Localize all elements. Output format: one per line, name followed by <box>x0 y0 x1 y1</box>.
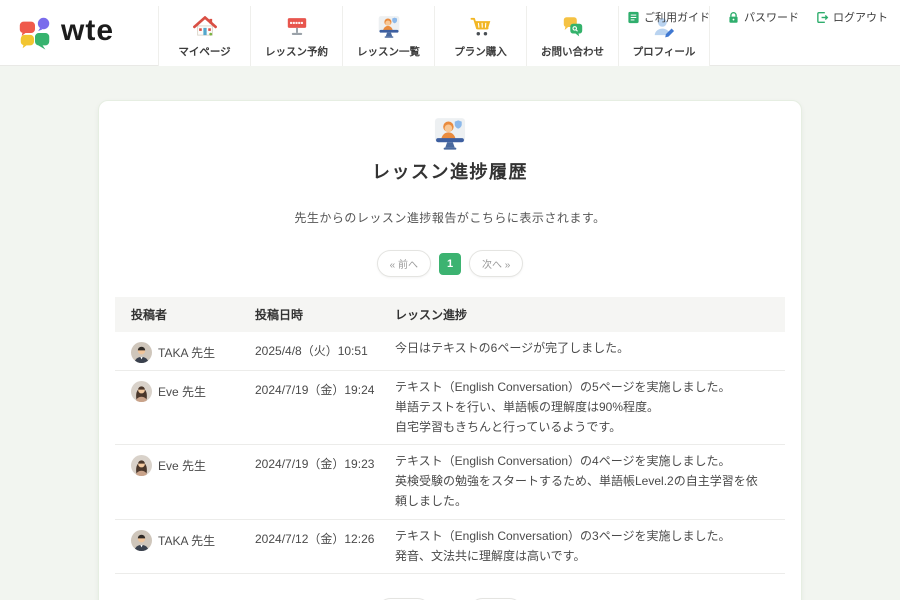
taka-avatar <box>131 342 152 363</box>
brand-logo[interactable]: wte <box>0 14 114 52</box>
nav-item-plan-purchase[interactable]: プラン購入 <box>434 6 526 66</box>
table-row: TAKA 先生 2024/7/12（金）12:26テキスト（English Con… <box>115 520 785 575</box>
top-link-guide[interactable]: ご利用ガイド <box>627 9 710 25</box>
progress-cell: 今日はテキストの6ページが完了しました。 <box>395 339 785 359</box>
poster-cell: TAKA 先生 <box>115 339 255 363</box>
avatar <box>131 381 152 402</box>
pagination-top: « 前へ 1 次へ » <box>115 250 785 277</box>
poster-name: TAKA 先生 <box>158 532 215 549</box>
current-page[interactable]: 1 <box>439 253 461 275</box>
lesson-progress-icon <box>429 115 471 153</box>
progress-cell: テキスト（English Conversation）の4ページを実施しました。英… <box>395 452 785 511</box>
progress-cell: テキスト（English Conversation）の5ページを実施しました。単… <box>395 378 785 437</box>
table-row: Eve 先生 2024/7/19（金）19:23テキスト（English Conv… <box>115 445 785 519</box>
nav-item-label: プラン購入 <box>454 44 507 59</box>
top-link-label: ログアウト <box>833 9 888 25</box>
table-row: TAKA 先生 2025/4/8（火）10:51今日はテキストの6ページが完了しま… <box>115 332 785 371</box>
eve-avatar <box>131 381 152 402</box>
post-datetime: 2025/4/8（火）10:51 <box>255 339 395 359</box>
progress-table-body: TAKA 先生 2025/4/8（火）10:51今日はテキストの6ページが完了しま… <box>115 332 785 574</box>
brand-logo-text: wte <box>61 16 114 50</box>
nav-item-label: プロフィール <box>633 44 696 59</box>
table-header-row: 投稿者 投稿日時 レッスン進捗 <box>115 297 785 332</box>
progress-line: テキスト（English Conversation）の5ページを実施しました。 <box>395 378 769 398</box>
progress-cell: テキスト（English Conversation）の3ページを実施しました。発… <box>395 527 785 567</box>
wte-logo-icon <box>16 14 54 52</box>
poster-name: Eve 先生 <box>158 383 206 400</box>
next-page-button[interactable]: 次へ » <box>469 250 523 277</box>
nav-item-contact[interactable]: お問い合わせ <box>526 6 618 66</box>
reserve-icon <box>284 14 310 40</box>
top-link-label: パスワード <box>744 9 799 25</box>
progress-line: 発音、文法共に理解度は高いです。 <box>395 547 769 567</box>
progress-line: テキスト（English Conversation）の3ページを実施しました。 <box>395 527 769 547</box>
eve-avatar <box>131 455 152 476</box>
avatar <box>131 455 152 476</box>
nav-item-lesson-reserve[interactable]: レッスン予約 <box>250 6 342 66</box>
progress-line: 自宅学習もきちんと行っているようです。 <box>395 418 769 438</box>
nav-item-label: お問い合わせ <box>541 44 604 59</box>
page-subtitle: 先生からのレッスン進捗報告がこちらに表示されます。 <box>115 209 785 226</box>
column-header-progress: レッスン進捗 <box>395 306 785 323</box>
header: wte マイページ レッスン予約 レッスン一覧 プラン購入 お問い合わせ プロフィール ご… <box>0 0 900 66</box>
progress-table: 投稿者 投稿日時 レッスン進捗 TAKA 先生 2025/4/8（火）10:51今… <box>115 297 785 574</box>
nav-item-lesson-list[interactable]: レッスン一覧 <box>342 6 434 66</box>
post-datetime: 2024/7/19（金）19:23 <box>255 452 395 472</box>
nav-item-label: マイページ <box>178 44 230 59</box>
table-row: Eve 先生 2024/7/19（金）19:24テキスト（English Conv… <box>115 371 785 445</box>
nav-item-label: レッスン一覧 <box>357 44 420 59</box>
poster-cell: Eve 先生 <box>115 452 255 476</box>
nav-item-label: レッスン予約 <box>265 44 328 59</box>
page-title: レッスン進捗履歴 <box>115 158 785 184</box>
progress-line: 英検受験の勉強をスタートするため、単語帳Level.2の自主学習を依頼しました。 <box>395 472 769 512</box>
poster-cell: Eve 先生 <box>115 378 255 402</box>
prev-page-button[interactable]: « 前へ <box>377 250 431 277</box>
lesson-icon <box>376 14 402 40</box>
lesson-progress-card: レッスン進捗履歴 先生からのレッスン進捗報告がこちらに表示されます。 « 前へ … <box>98 100 802 600</box>
logout-icon <box>816 11 829 24</box>
top-links: ご利用ガイド パスワード ログアウト <box>627 9 888 25</box>
avatar <box>131 530 152 551</box>
taka-avatar <box>131 530 152 551</box>
page-background: レッスン進捗履歴 先生からのレッスン進捗報告がこちらに表示されます。 « 前へ … <box>0 66 900 600</box>
column-header-datetime: 投稿日時 <box>255 306 395 323</box>
progress-line: 今日はテキストの6ページが完了しました。 <box>395 339 769 359</box>
cart-icon <box>468 14 494 40</box>
contact-icon <box>560 14 586 40</box>
post-datetime: 2024/7/12（金）12:26 <box>255 527 395 547</box>
poster-name: Eve 先生 <box>158 457 206 474</box>
top-link-label: ご利用ガイド <box>644 9 710 25</box>
home-icon <box>192 14 218 40</box>
nav-item-mypage[interactable]: マイページ <box>158 6 250 66</box>
progress-line: 単語テストを行い、単語帳の理解度は90%程度。 <box>395 398 769 418</box>
column-header-poster: 投稿者 <box>115 306 255 323</box>
poster-cell: TAKA 先生 <box>115 527 255 551</box>
top-link-password[interactable]: パスワード <box>727 9 799 25</box>
post-datetime: 2024/7/19（金）19:24 <box>255 378 395 398</box>
top-link-logout[interactable]: ログアウト <box>816 9 888 25</box>
poster-name: TAKA 先生 <box>158 344 215 361</box>
guide-icon <box>627 11 640 24</box>
progress-line: テキスト（English Conversation）の4ページを実施しました。 <box>395 452 769 472</box>
lock-icon <box>727 11 740 24</box>
avatar <box>131 342 152 363</box>
